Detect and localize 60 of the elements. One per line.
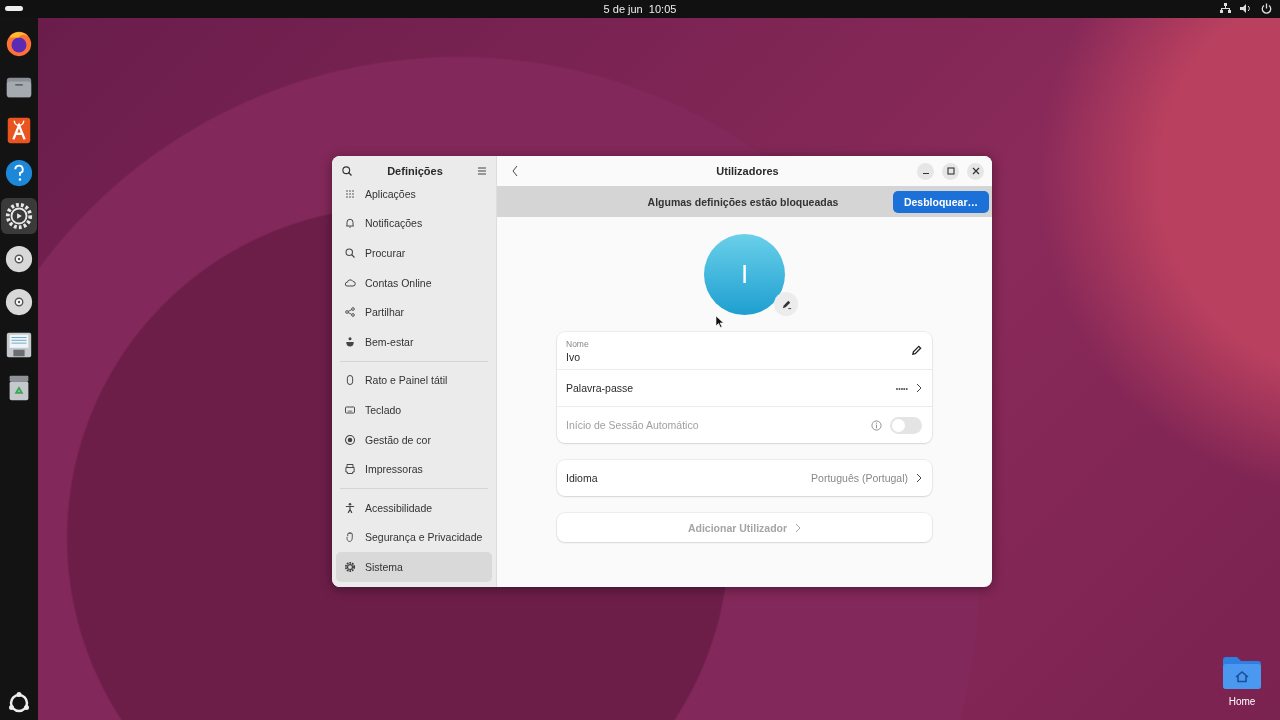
sidebar-item[interactable]: Acessibilidade: [336, 492, 492, 523]
chevron-icon: [916, 383, 922, 393]
row-label: Palavra-passe: [566, 382, 635, 394]
sidebar-item[interactable]: Bem-estar: [336, 326, 492, 357]
window-title: Utilizadores: [716, 165, 779, 177]
sidebar-item[interactable]: Contas Online: [336, 267, 492, 298]
close-icon: [971, 167, 980, 175]
maximize-icon: [946, 167, 955, 175]
sidebar-title: Definições: [387, 165, 443, 177]
clock[interactable]: 5 de jun 10:05: [603, 3, 677, 15]
name-row[interactable]: Nome Ivo: [557, 332, 932, 369]
network-icon[interactable]: [1220, 3, 1231, 14]
banner-text: Algumas definições estão bloqueadas: [647, 195, 839, 208]
sidebar-item[interactable]: Rato e Painel tátil: [336, 365, 492, 396]
search-icon: [344, 247, 356, 259]
edit-avatar-button[interactable]: [774, 292, 798, 316]
chevron-icon: [795, 522, 802, 533]
sidebar-item[interactable]: Gestão de cor: [336, 424, 492, 455]
gear-icon: [344, 560, 356, 573]
pencil-icon[interactable]: [911, 345, 922, 356]
power-icon[interactable]: [1261, 3, 1272, 14]
folder-label[interactable]: Home: [1228, 696, 1256, 707]
color-icon: [344, 433, 356, 446]
sidebar-item[interactable]: Segurança e Privacidade: [336, 522, 492, 553]
sidebar-item[interactable]: Partilhar: [336, 297, 492, 327]
row-label: Início de Sessão Automático: [566, 419, 700, 431]
sidebar-item[interactable]: Notificações: [336, 208, 492, 239]
close-button[interactable]: [967, 162, 984, 180]
language-row[interactable]: Idioma Português (Portugal): [557, 460, 932, 496]
mouse-icon: [344, 374, 356, 387]
volume-icon[interactable]: [1240, 3, 1252, 14]
activities-indicator[interactable]: [5, 6, 23, 11]
back-icon[interactable]: [511, 165, 519, 177]
sidebar-item[interactable]: Sistema: [336, 552, 492, 582]
figure-icon: [344, 335, 356, 348]
sidebar-item[interactable]: Procurar: [336, 238, 492, 268]
name-value: Ivo: [566, 350, 581, 363]
keyboard-icon: [344, 403, 356, 416]
gear-icon[interactable]: [1, 198, 37, 234]
grid-icon: [344, 187, 356, 200]
pencil-icon: [780, 298, 792, 310]
accessibility-icon: [344, 501, 356, 514]
language-value: Português (Portugal): [811, 472, 908, 484]
bell-icon: [344, 217, 356, 230]
field-label: Nome: [566, 338, 590, 349]
chevron-icon: [916, 473, 922, 483]
maximize-button[interactable]: [942, 162, 959, 180]
unlock-button[interactable]: Desbloquear…: [892, 190, 989, 213]
cursor-icon: [716, 316, 724, 328]
sidebar-item[interactable]: Aplicações: [336, 186, 492, 209]
search-icon[interactable]: [341, 165, 353, 177]
printer-icon: [344, 463, 356, 476]
sidebar-item[interactable]: Teclado: [336, 395, 492, 425]
sidebar-item[interactable]: Impressoras: [336, 454, 492, 484]
row-label: Idioma: [566, 472, 599, 484]
share-icon: [344, 306, 356, 319]
cloud-icon: [344, 276, 356, 289]
home-folder-icon[interactable]: [1222, 656, 1262, 690]
avatar-initial: I: [740, 259, 749, 290]
hand-icon: [344, 531, 356, 544]
